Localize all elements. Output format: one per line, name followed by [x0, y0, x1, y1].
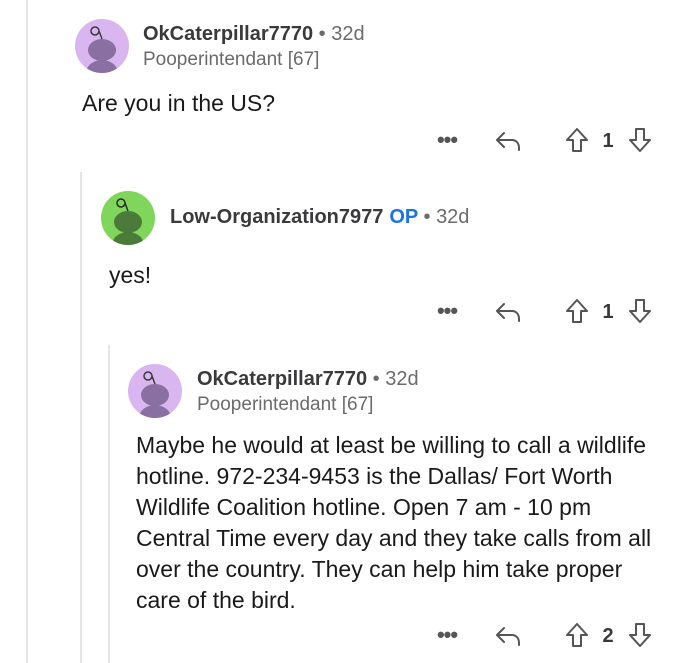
- vote-count: 2: [602, 624, 614, 647]
- snoo-avatar-icon: [139, 371, 171, 418]
- comment-header: OkCaterpillar7770 • 32d: [143, 23, 365, 46]
- comment-body: Maybe he would at least be willing to ca…: [136, 432, 652, 613]
- username[interactable]: Low-Organization7977: [170, 206, 383, 228]
- vote-count: 1: [602, 300, 614, 323]
- avatar[interactable]: [75, 19, 129, 73]
- snoo-avatar-icon: [112, 198, 144, 245]
- op-badge: OP: [389, 206, 418, 228]
- downvote-arrow-icon[interactable]: [626, 297, 654, 325]
- username[interactable]: OkCaterpillar7770: [197, 368, 367, 390]
- reply-arrow-icon[interactable]: [493, 299, 523, 325]
- avatar[interactable]: [128, 364, 182, 418]
- user-flair: Pooperintendant [67]: [197, 394, 374, 415]
- comment-age: 32d: [385, 368, 419, 390]
- downvote-arrow-icon[interactable]: [626, 621, 654, 649]
- comment-age: 32d: [331, 23, 365, 45]
- comment-body: yes!: [109, 262, 152, 288]
- more-options-icon[interactable]: •••: [432, 127, 462, 152]
- more-options-icon[interactable]: •••: [432, 622, 462, 647]
- reply-arrow-icon[interactable]: [493, 128, 523, 154]
- snoo-avatar-icon: [86, 26, 118, 73]
- upvote-arrow-icon[interactable]: [563, 126, 591, 154]
- downvote-arrow-icon[interactable]: [626, 126, 654, 154]
- comment-body: Are you in the US?: [82, 90, 276, 116]
- separator: •: [372, 368, 380, 390]
- thread-line-level-2: [108, 345, 110, 663]
- separator: •: [423, 206, 431, 228]
- vote-count: 1: [602, 129, 614, 152]
- thread-line-root: [26, 0, 28, 663]
- avatar[interactable]: [101, 191, 155, 245]
- comment-age: 32d: [436, 206, 470, 228]
- username[interactable]: OkCaterpillar7770: [143, 23, 313, 45]
- user-flair: Pooperintendant [67]: [143, 49, 320, 70]
- comment-header: OkCaterpillar7770 • 32d: [197, 368, 419, 391]
- comment-header: Low-Organization7977 OP • 32d: [170, 206, 469, 229]
- upvote-arrow-icon[interactable]: [563, 621, 591, 649]
- more-options-icon[interactable]: •••: [432, 298, 462, 323]
- separator: •: [318, 23, 326, 45]
- thread-line-level-1: [80, 172, 82, 663]
- upvote-arrow-icon[interactable]: [563, 297, 591, 325]
- reply-arrow-icon[interactable]: [493, 623, 523, 649]
